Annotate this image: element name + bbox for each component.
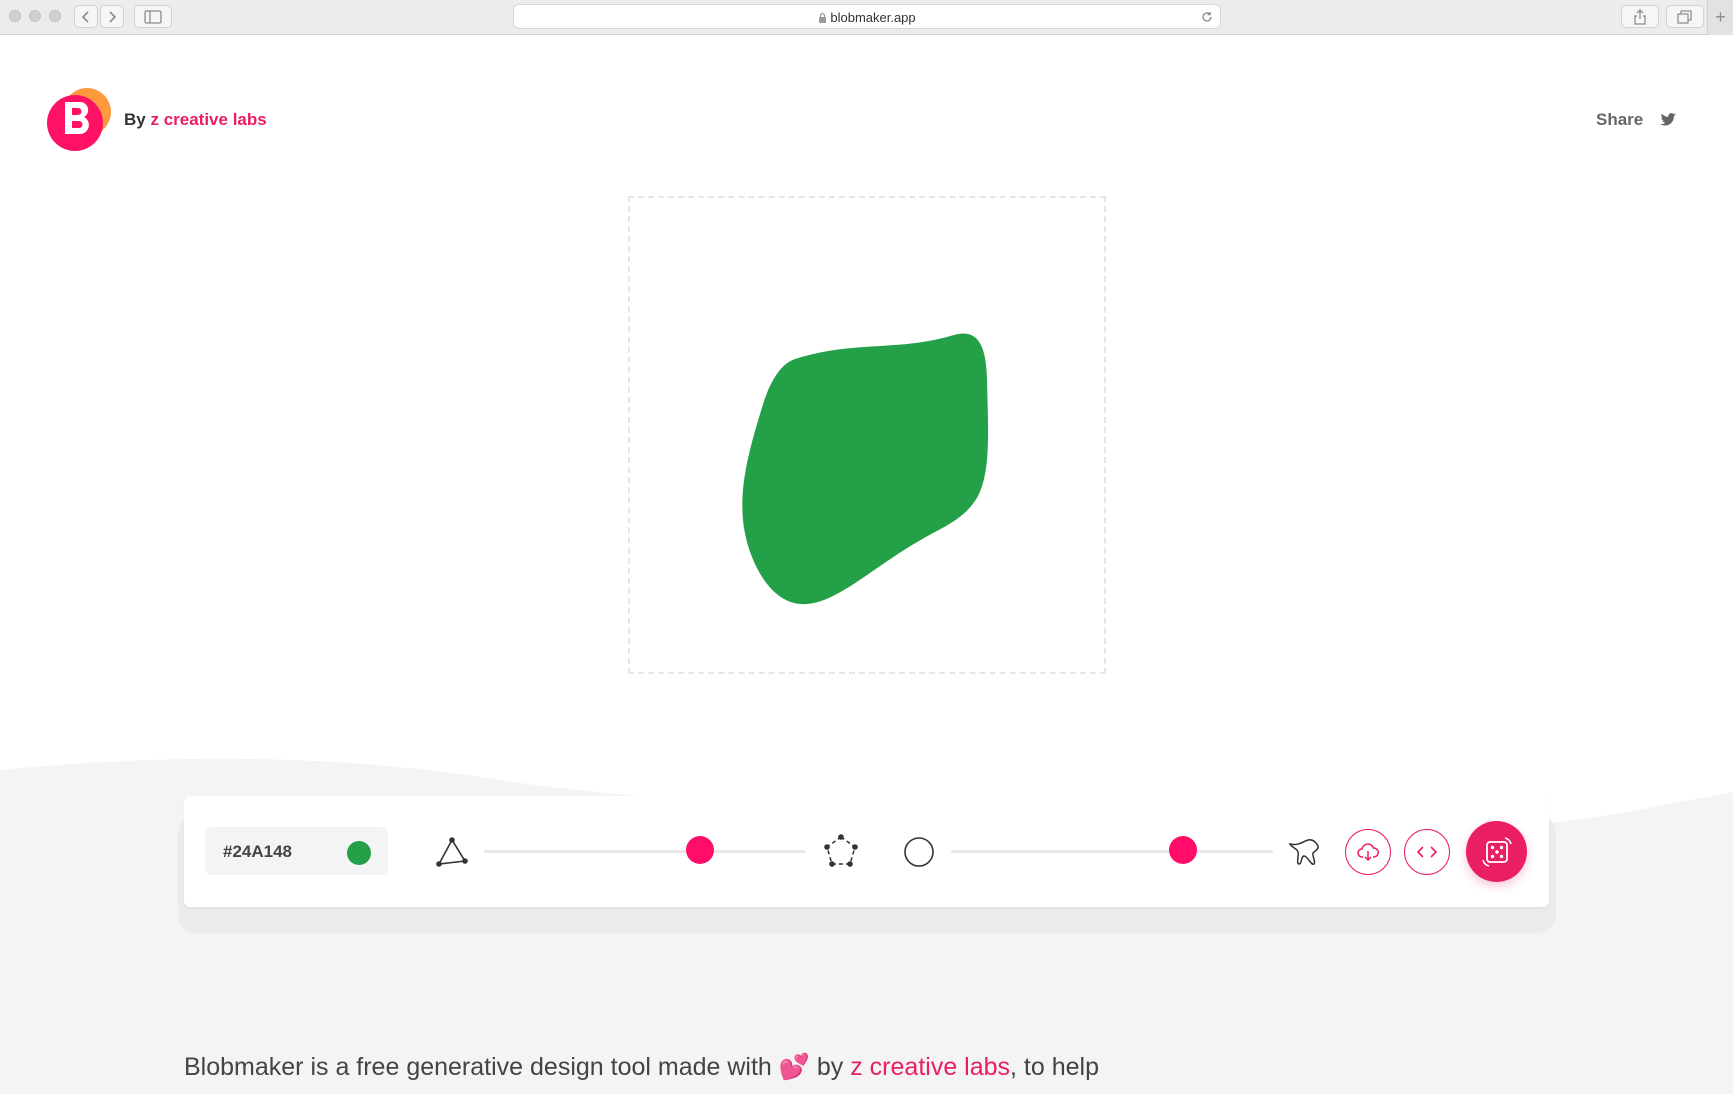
tabs-icon	[1677, 9, 1692, 24]
tabs-overview-button[interactable]	[1666, 5, 1704, 28]
share-label: Share	[1596, 110, 1644, 129]
description-brand-link[interactable]: z creative labs	[850, 1053, 1010, 1081]
share-icon	[1634, 8, 1646, 25]
close-window-button[interactable]	[9, 10, 21, 22]
color-swatch[interactable]	[347, 841, 371, 865]
back-button[interactable]	[74, 5, 98, 28]
contrast-slider-thumb[interactable]	[1168, 836, 1197, 864]
twitter-icon	[1660, 113, 1677, 126]
download-button[interactable]	[1345, 829, 1391, 875]
blob-shape[interactable]	[630, 198, 1104, 672]
plus-icon: +	[1715, 7, 1726, 27]
lock-icon	[819, 12, 827, 23]
circle-icon	[904, 837, 934, 867]
color-hex-value: #24A148	[223, 842, 293, 861]
contrast-slider[interactable]	[951, 850, 1273, 853]
spiky-blob-icon	[1288, 839, 1319, 865]
chevron-right-icon	[109, 10, 117, 23]
reload-icon[interactable]	[1200, 10, 1214, 24]
sidebar-toggle-button[interactable]	[134, 5, 172, 28]
blob-canvas	[628, 196, 1106, 674]
code-icon	[1417, 846, 1437, 858]
description-text: Blobmaker is a free generative design to…	[184, 1053, 1099, 1082]
color-picker[interactable]: #24A148	[205, 827, 388, 875]
blobmaker-logo[interactable]	[46, 86, 112, 152]
address-bar[interactable]: blobmaker.app	[513, 4, 1221, 29]
forward-button[interactable]	[100, 5, 124, 28]
by-label: By	[124, 110, 146, 129]
share-button[interactable]: Share	[1596, 110, 1677, 130]
randomize-button[interactable]	[1466, 821, 1527, 882]
share-browser-button[interactable]	[1621, 5, 1659, 28]
code-button[interactable]	[1404, 829, 1450, 875]
complexity-slider-thumb[interactable]	[685, 836, 714, 864]
description-prefix: Blobmaker is a free generative design to…	[184, 1053, 772, 1081]
zoom-window-button[interactable]	[49, 10, 61, 22]
dice-icon	[1481, 836, 1512, 867]
description-by: by	[816, 1053, 844, 1081]
url-text: blobmaker.app	[830, 10, 916, 25]
chevron-left-icon	[81, 10, 89, 23]
controls-toolbar: #24A148	[184, 796, 1549, 907]
brand-credit: By z creative labs	[124, 110, 267, 130]
triangle-points-icon	[436, 837, 468, 867]
polygon-points-icon	[824, 834, 858, 867]
new-tab-button[interactable]: +	[1707, 0, 1733, 35]
complexity-slider[interactable]	[484, 850, 806, 853]
browser-toolbar: blobmaker.app +	[0, 0, 1733, 35]
brand-link[interactable]: z creative labs	[150, 110, 266, 129]
sidebar-icon	[144, 9, 162, 24]
description-suffix: , to help	[1010, 1053, 1099, 1081]
heart-emoji: 💕	[778, 1053, 810, 1081]
minimize-window-button[interactable]	[29, 10, 41, 22]
cloud-download-icon	[1357, 843, 1379, 862]
